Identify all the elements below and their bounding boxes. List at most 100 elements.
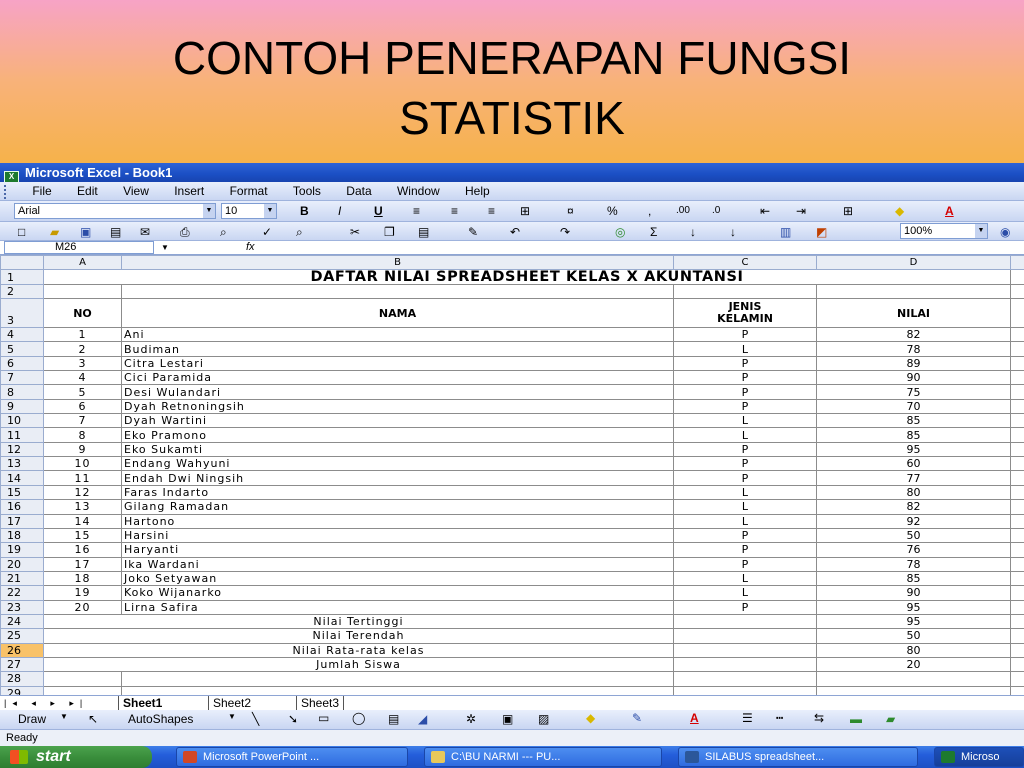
cell-nama[interactable]: Citra Lestari bbox=[121, 355, 674, 372]
table-row[interactable]: 16 13 Gilang Ramadan L 82 bbox=[0, 499, 1024, 515]
cell-no[interactable]: 3 bbox=[43, 355, 122, 372]
clipart-icon[interactable]: ▣ bbox=[502, 712, 513, 726]
save-icon[interactable]: ▣ bbox=[80, 224, 91, 240]
hyperlink-icon[interactable]: ◎ bbox=[615, 224, 625, 240]
column-header-b[interactable]: B bbox=[121, 255, 674, 271]
cell[interactable] bbox=[1010, 298, 1024, 329]
cell-jenis-kelamin[interactable]: P bbox=[673, 456, 817, 472]
currency-icon[interactable]: ¤ bbox=[567, 203, 574, 219]
cell-no[interactable]: 7 bbox=[43, 413, 122, 429]
tab-sheet3[interactable]: Sheet3 bbox=[296, 696, 345, 710]
cell[interactable] bbox=[1010, 613, 1024, 630]
cell-jenis-kelamin[interactable]: L bbox=[673, 413, 817, 429]
cell-jenis-kelamin[interactable]: L bbox=[673, 499, 817, 515]
cell-nilai[interactable]: 50 bbox=[816, 527, 1011, 544]
row-header[interactable]: 11 bbox=[0, 427, 44, 443]
cell-no[interactable]: 6 bbox=[43, 398, 122, 415]
row-header[interactable]: 21 bbox=[0, 570, 44, 587]
cell[interactable] bbox=[816, 685, 1011, 695]
summary-value[interactable]: 95 bbox=[816, 613, 1011, 630]
summary-label[interactable]: Nilai Terendah bbox=[43, 628, 674, 644]
cell[interactable] bbox=[43, 283, 122, 300]
cell[interactable] bbox=[1010, 685, 1024, 695]
cell-no[interactable]: 11 bbox=[43, 470, 122, 486]
cell[interactable] bbox=[673, 685, 817, 695]
cell-no[interactable]: 8 bbox=[43, 427, 122, 443]
dash-style-icon[interactable]: ┅ bbox=[776, 711, 783, 725]
menu-format[interactable]: Format bbox=[230, 182, 268, 200]
row-header[interactable]: 28 bbox=[0, 671, 44, 687]
diagram-icon[interactable]: ✲ bbox=[466, 712, 476, 726]
cell-no[interactable]: 5 bbox=[43, 384, 122, 400]
menu-file[interactable]: File bbox=[32, 182, 51, 200]
underline-button[interactable]: U bbox=[374, 203, 383, 219]
textbox-icon[interactable]: ▤ bbox=[388, 712, 399, 726]
chart-wizard-icon[interactable]: ▥ bbox=[780, 224, 791, 240]
cell[interactable] bbox=[1010, 470, 1024, 486]
cell-nilai[interactable]: 95 bbox=[816, 441, 1011, 458]
cell-nilai[interactable]: 78 bbox=[816, 341, 1011, 357]
row-header[interactable]: 1 bbox=[0, 269, 44, 285]
row-header[interactable]: 8 bbox=[0, 384, 44, 400]
tab-sheet1[interactable]: Sheet1 bbox=[118, 696, 167, 710]
italic-button[interactable]: I bbox=[338, 203, 341, 219]
cell-nilai[interactable]: 92 bbox=[816, 513, 1011, 529]
row-header[interactable]: 16 bbox=[0, 499, 44, 515]
header-jenis-kelamin[interactable]: JENIS KELAMIN bbox=[673, 298, 817, 329]
table-row[interactable]: 21 18 Joko Setyawan L 85 bbox=[0, 570, 1024, 587]
research-icon[interactable]: ⌕ bbox=[296, 224, 303, 240]
cell-nilai[interactable]: 82 bbox=[816, 499, 1011, 515]
cell[interactable] bbox=[816, 283, 1011, 300]
cell-jenis-kelamin[interactable]: P bbox=[673, 527, 817, 544]
row-header[interactable]: 26 bbox=[0, 642, 44, 658]
cell[interactable] bbox=[1010, 484, 1024, 501]
cell[interactable] bbox=[1010, 269, 1024, 285]
cell-nama[interactable]: Joko Setyawan bbox=[121, 570, 674, 587]
cell-jenis-kelamin[interactable]: P bbox=[673, 327, 817, 343]
toolbar-grip-icon[interactable] bbox=[4, 184, 7, 199]
table-row[interactable]: 12 9 Eko Sukamti P 95 bbox=[0, 441, 1024, 458]
cell-jenis-kelamin[interactable]: P bbox=[673, 384, 817, 400]
cell-nama[interactable]: Dyah Wartini bbox=[121, 413, 674, 429]
new-icon[interactable]: □ bbox=[18, 224, 25, 240]
cell[interactable] bbox=[1010, 327, 1024, 343]
column-header-e[interactable] bbox=[1010, 255, 1024, 271]
chevron-down-icon[interactable]: ▼ bbox=[228, 712, 236, 721]
cell-nilai[interactable]: 85 bbox=[816, 413, 1011, 429]
cell-nama[interactable]: Budiman bbox=[121, 341, 674, 357]
cell[interactable] bbox=[816, 671, 1011, 687]
cell-nama[interactable]: Ani bbox=[121, 327, 674, 343]
cell[interactable] bbox=[43, 685, 122, 695]
autosum-button[interactable]: Σ bbox=[650, 224, 657, 240]
line-style-icon[interactable]: ☰ bbox=[742, 711, 753, 725]
draw-menu-button[interactable]: Draw bbox=[18, 712, 46, 726]
redo-icon[interactable]: ↷ bbox=[560, 224, 570, 240]
table-row[interactable]: 13 10 Endang Wahyuni P 60 bbox=[0, 456, 1024, 472]
cell-jenis-kelamin[interactable]: P bbox=[673, 441, 817, 458]
cell-jenis-kelamin[interactable]: P bbox=[673, 470, 817, 486]
cell-nama[interactable]: Hartono bbox=[121, 513, 674, 529]
tab-sheet2[interactable]: Sheet2 bbox=[208, 696, 255, 710]
cell[interactable] bbox=[1010, 384, 1024, 400]
row-header[interactable]: 17 bbox=[0, 513, 44, 529]
table-row[interactable]: 10 7 Dyah Wartini L 85 bbox=[0, 413, 1024, 429]
row-header[interactable]: 20 bbox=[0, 556, 44, 572]
cell[interactable] bbox=[1010, 370, 1024, 386]
row-header[interactable]: 4 bbox=[0, 327, 44, 343]
task-excel[interactable]: Microso bbox=[934, 747, 1024, 767]
row-header[interactable]: 29 bbox=[0, 685, 44, 695]
cell[interactable] bbox=[1010, 513, 1024, 529]
spelling-icon[interactable]: ✓ bbox=[262, 224, 272, 240]
cell-nilai[interactable]: 85 bbox=[816, 570, 1011, 587]
select-all-corner[interactable] bbox=[0, 255, 44, 271]
cell-jenis-kelamin[interactable]: P bbox=[673, 542, 817, 558]
cell[interactable] bbox=[1010, 527, 1024, 544]
cell-nilai[interactable]: 90 bbox=[816, 585, 1011, 601]
cell-nama[interactable]: Endang Wahyuni bbox=[121, 456, 674, 472]
drawing-icon[interactable]: ◩ bbox=[816, 224, 827, 240]
cell-jenis-kelamin[interactable]: P bbox=[673, 599, 817, 615]
undo-icon[interactable]: ↶ bbox=[510, 224, 520, 240]
cell-jenis-kelamin[interactable]: L bbox=[673, 484, 817, 501]
fill-color-icon[interactable]: ◆ bbox=[586, 711, 595, 725]
permission-icon[interactable]: ▤ bbox=[110, 224, 121, 240]
